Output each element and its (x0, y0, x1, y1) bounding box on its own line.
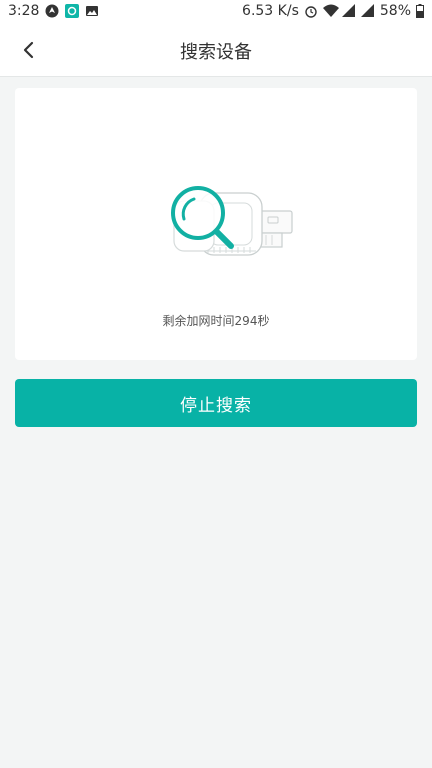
page-title: 搜索设备 (180, 42, 252, 63)
image-notification-icon (85, 4, 99, 18)
status-time: 3:28 (8, 3, 40, 19)
battery-icon (416, 4, 424, 18)
top-bar: 搜索设备 (0, 24, 432, 77)
network-speed: 6.53 K/s (242, 3, 299, 19)
navigation-icon (45, 4, 59, 18)
wifi-icon (322, 4, 339, 18)
stop-search-button[interactable]: 停止搜索 (15, 379, 417, 427)
signal-icon-2 (360, 4, 375, 18)
search-card: 剩余加网时间294秒 (15, 88, 417, 360)
alarm-icon (304, 4, 318, 18)
status-bar: 3:28 6.53 K/s 58% (0, 0, 432, 24)
app-notification-icon (65, 4, 80, 18)
signal-icon (341, 4, 356, 18)
device-search-illustration (160, 183, 300, 273)
battery-percent: 58% (379, 3, 411, 19)
remaining-time-text: 剩余加网时间294秒 (162, 314, 270, 328)
